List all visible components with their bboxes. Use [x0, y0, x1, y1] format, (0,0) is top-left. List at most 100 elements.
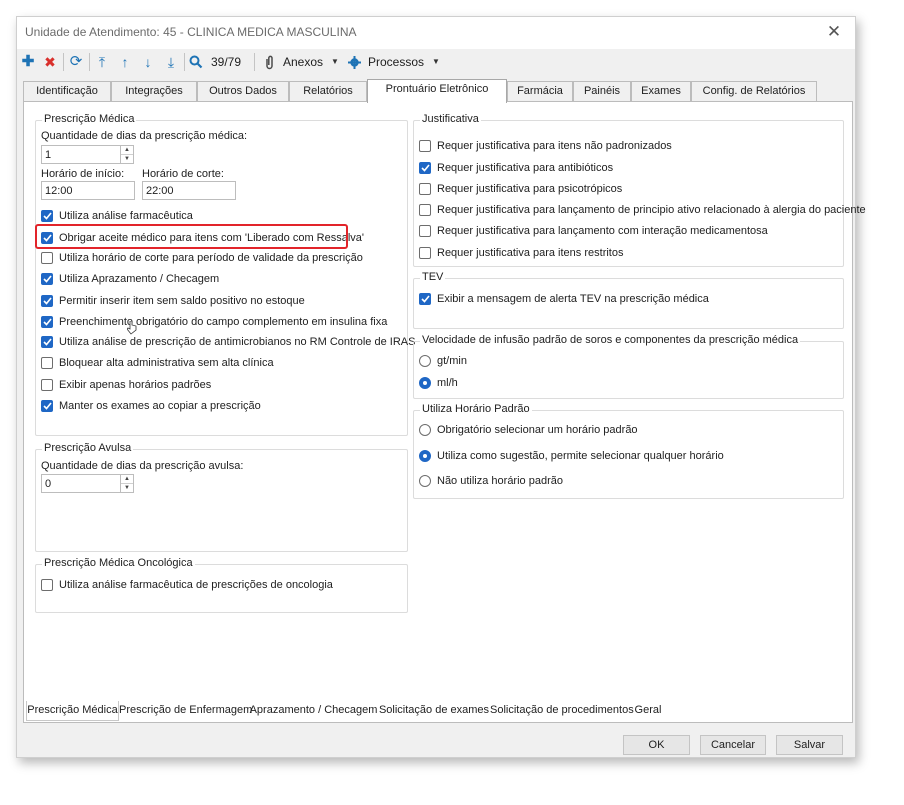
checkbox-box[interactable]: [41, 400, 53, 412]
close-icon[interactable]: ✕: [823, 21, 845, 43]
spin-up-icon[interactable]: ▲: [121, 475, 133, 484]
tab-farmacia[interactable]: Farmácia: [507, 81, 573, 102]
checkbox-box[interactable]: [41, 357, 53, 369]
checkbox-manter-exames[interactable]: Manter os exames ao copiar a prescrição: [41, 398, 261, 414]
processos-button[interactable]: Processos: [368, 53, 424, 71]
search-icon[interactable]: [187, 52, 205, 72]
checkbox-box[interactable]: [41, 273, 53, 285]
delete-icon[interactable]: ✖: [41, 52, 59, 72]
spin-up-icon[interactable]: ▲: [121, 146, 133, 155]
checkbox-aprazamento-checagem[interactable]: Utiliza Aprazamento / Checagem: [41, 271, 219, 287]
tab-prescricao-enfermagem[interactable]: Prescrição de Enfermagem: [119, 701, 252, 721]
refresh-icon[interactable]: ⟳: [67, 52, 85, 72]
tab-integracoes[interactable]: Integrações: [111, 81, 197, 102]
checkbox-box[interactable]: [419, 204, 431, 216]
save-button[interactable]: Salvar: [776, 735, 843, 755]
dias-prescricao-stepper[interactable]: ▲ ▼: [120, 145, 134, 164]
checkbox-label: Utiliza análise farmacêutica de prescriç…: [59, 579, 333, 591]
horario-inicio-input[interactable]: [41, 181, 135, 200]
tab-prescricao-medica[interactable]: Prescrição Médica: [26, 701, 119, 721]
first-record-icon[interactable]: ⤒: [93, 52, 111, 72]
tab-aprazamento-checagem[interactable]: Aprazamento / Checagem: [249, 701, 378, 721]
cancel-button[interactable]: Cancelar: [700, 735, 766, 755]
dias-prescricao-input[interactable]: [41, 145, 121, 164]
horario-corte-input[interactable]: [142, 181, 236, 200]
radio-circle[interactable]: [419, 377, 431, 389]
radio-label: Utiliza como sugestão, permite seleciona…: [437, 450, 724, 462]
tab-identificacao[interactable]: Identificação: [23, 81, 111, 102]
tab-geral[interactable]: Geral: [632, 701, 664, 721]
checkbox-box[interactable]: [419, 162, 431, 174]
dias-avulsa-input[interactable]: [41, 474, 121, 493]
paperclip-icon[interactable]: [263, 52, 275, 72]
checkbox-analise-oncologia[interactable]: Utiliza análise farmacêutica de prescriç…: [41, 577, 333, 593]
mouse-cursor-icon: [127, 321, 137, 335]
group-prescricao-oncologica: Prescrição Médica Oncológica Utiliza aná…: [35, 557, 408, 613]
ok-button[interactable]: OK: [623, 735, 690, 755]
checkbox-box[interactable]: [41, 316, 53, 328]
checkbox-box[interactable]: [419, 247, 431, 259]
checkbox-complemento-insulina[interactable]: Preenchimento obrigatório do campo compl…: [41, 314, 387, 330]
group-title: Prescrição Médica Oncológica: [42, 557, 195, 569]
checkbox-alerta-tev[interactable]: Exibir a mensagem de alerta TEV na presc…: [419, 291, 709, 307]
tab-outros-dados[interactable]: Outros Dados: [197, 81, 289, 102]
dias-avulsa-stepper[interactable]: ▲ ▼: [120, 474, 134, 493]
checkbox-horarios-padroes[interactable]: Exibir apenas horários padrões: [41, 377, 211, 393]
checkbox-label: Utiliza análise farmacêutica: [59, 210, 193, 222]
radio-circle[interactable]: [419, 475, 431, 487]
tab-relatorios[interactable]: Relatórios: [289, 81, 367, 102]
checkbox-box[interactable]: [41, 379, 53, 391]
tab-paineis[interactable]: Painéis: [573, 81, 631, 102]
plus-icon[interactable]: ✚: [19, 52, 37, 72]
checkbox-box[interactable]: [419, 183, 431, 195]
radio-ml-h[interactable]: ml/h: [419, 375, 458, 391]
checkbox-box[interactable]: [41, 252, 53, 264]
checkbox-alergia-paciente[interactable]: Requer justificativa para lançamento de …: [419, 202, 866, 218]
checkbox-box[interactable]: [419, 293, 431, 305]
checkbox-label: Utiliza análise de prescrição de antimic…: [59, 336, 416, 348]
last-record-icon[interactable]: ⤓: [162, 52, 180, 72]
checkbox-itens-restritos[interactable]: Requer justificativa para itens restrito…: [419, 245, 623, 261]
checkbox-box[interactable]: [41, 336, 53, 348]
radio-obrigatorio-horario[interactable]: Obrigatório selecionar um horário padrão: [419, 422, 638, 438]
spin-down-icon[interactable]: ▼: [121, 155, 133, 164]
anexos-button[interactable]: Anexos: [283, 53, 323, 71]
next-record-icon[interactable]: ↓: [139, 52, 157, 72]
group-prescricao-avulsa: Prescrição Avulsa Quantidade de dias da …: [35, 442, 408, 552]
checkbox-antibioticos[interactable]: Requer justificativa para antibióticos: [419, 160, 613, 176]
checkbox-itens-nao-padronizados[interactable]: Requer justificativa para itens não padr…: [419, 138, 672, 154]
checkbox-box[interactable]: [419, 225, 431, 237]
checkbox-label: Manter os exames ao copiar a prescrição: [59, 400, 261, 412]
gear-icon[interactable]: [347, 52, 361, 72]
tab-prontuario-eletronico[interactable]: Prontuário Eletrônico: [367, 79, 507, 103]
checkbox-interacao-medicamentosa[interactable]: Requer justificativa para lançamento com…: [419, 223, 768, 239]
checkbox-antimicrobianos-iras[interactable]: Utiliza análise de prescrição de antimic…: [41, 334, 415, 350]
checkbox-horario-corte-validade[interactable]: Utiliza horário de corte para período de…: [41, 250, 363, 266]
radio-gt-min[interactable]: gt/min: [419, 353, 467, 369]
checkbox-box[interactable]: [419, 140, 431, 152]
window-title: Unidade de Atendimento: 45 - CLINICA MED…: [25, 25, 357, 39]
radio-circle[interactable]: [419, 424, 431, 436]
checkbox-box[interactable]: [41, 210, 53, 222]
checkbox-psicotropicos[interactable]: Requer justificativa para psicotrópicos: [419, 181, 622, 197]
spin-down-icon[interactable]: ▼: [121, 484, 133, 493]
checkbox-box[interactable]: [41, 295, 53, 307]
tab-solicitacao-exames[interactable]: Solicitação de exames: [378, 701, 490, 721]
tab-exames[interactable]: Exames: [631, 81, 691, 102]
tab-solicitacao-procedimentos[interactable]: Solicitação de procedimentos: [490, 701, 634, 721]
group-prescricao-medica: Prescrição Médica Quantidade de dias da …: [35, 113, 415, 436]
group-justificativa: Justificativa Requer justificativa para …: [413, 113, 866, 267]
radio-sugestao-horario[interactable]: Utiliza como sugestão, permite seleciona…: [419, 448, 724, 464]
previous-record-icon[interactable]: ↑: [116, 52, 134, 72]
chevron-down-icon[interactable]: ▼: [331, 53, 339, 71]
radio-nao-utiliza-horario[interactable]: Não utiliza horário padrão: [419, 473, 563, 489]
checkbox-utiliza-analise-farmaceutica[interactable]: Utiliza análise farmacêutica: [41, 208, 193, 224]
chevron-down-icon[interactable]: ▼: [432, 53, 440, 71]
radio-label: Não utiliza horário padrão: [437, 475, 563, 487]
radio-circle[interactable]: [419, 355, 431, 367]
checkbox-box[interactable]: [41, 579, 53, 591]
tab-config-relatorios[interactable]: Config. de Relatórios: [691, 81, 817, 102]
checkbox-bloquear-alta-administrativa[interactable]: Bloquear alta administrativa sem alta cl…: [41, 355, 274, 371]
checkbox-sem-saldo-estoque[interactable]: Permitir inserir item sem saldo positivo…: [41, 293, 305, 309]
radio-circle[interactable]: [419, 450, 431, 462]
